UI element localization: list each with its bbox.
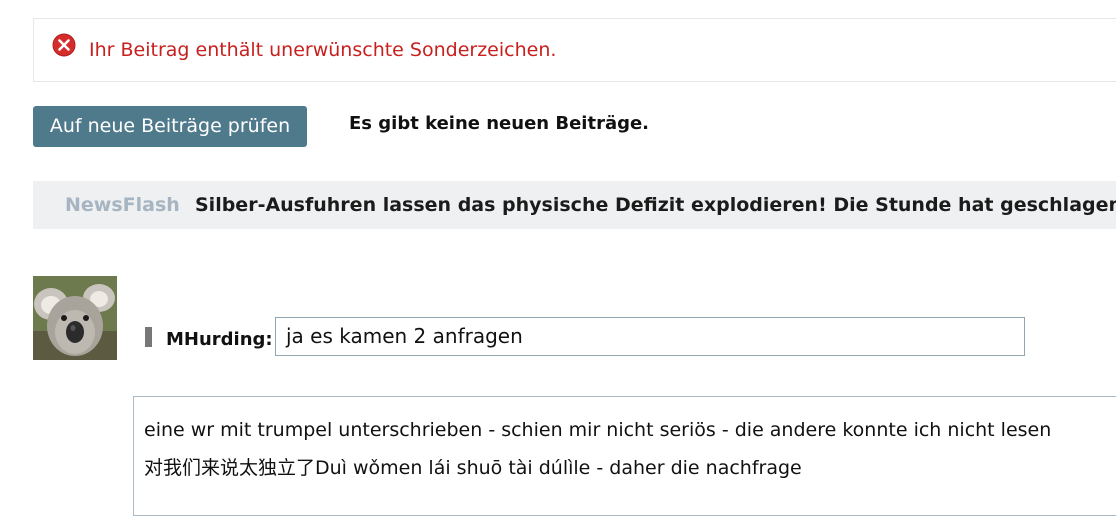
newsflash-headline-link[interactable]: Silber-Ausfuhren lassen das physische De… xyxy=(195,194,1116,216)
post-text-line: 对我们来说太独立了Duì wǒmen lái shuō tài dúlìle -… xyxy=(144,457,802,479)
post-marker xyxy=(145,327,152,347)
newsflash-bar: NewsFlash Silber-Ausfuhren lassen das ph… xyxy=(33,181,1116,229)
username: MHurding: xyxy=(166,329,273,350)
newsflash-label: NewsFlash xyxy=(65,194,180,216)
avatar[interactable] xyxy=(33,276,117,360)
post-text-box[interactable]: eine wr mit trumpel unterschrieben - sch… xyxy=(133,396,1116,516)
error-message: Ihr Beitrag enthält unerwünschte Sonderz… xyxy=(89,39,557,61)
error-message-box: Ihr Beitrag enthält unerwünschte Sonderz… xyxy=(33,18,1116,82)
reply-input[interactable]: ja es kamen 2 anfragen xyxy=(275,317,1025,356)
koala-avatar-image xyxy=(33,276,117,360)
check-new-posts-button[interactable]: Auf neue Beiträge prüfen xyxy=(33,106,307,147)
error-icon xyxy=(52,33,76,57)
post-text-line: eine wr mit trumpel unterschrieben - sch… xyxy=(144,419,1052,441)
no-new-posts-status: Es gibt keine neuen Beiträge. xyxy=(349,113,650,134)
